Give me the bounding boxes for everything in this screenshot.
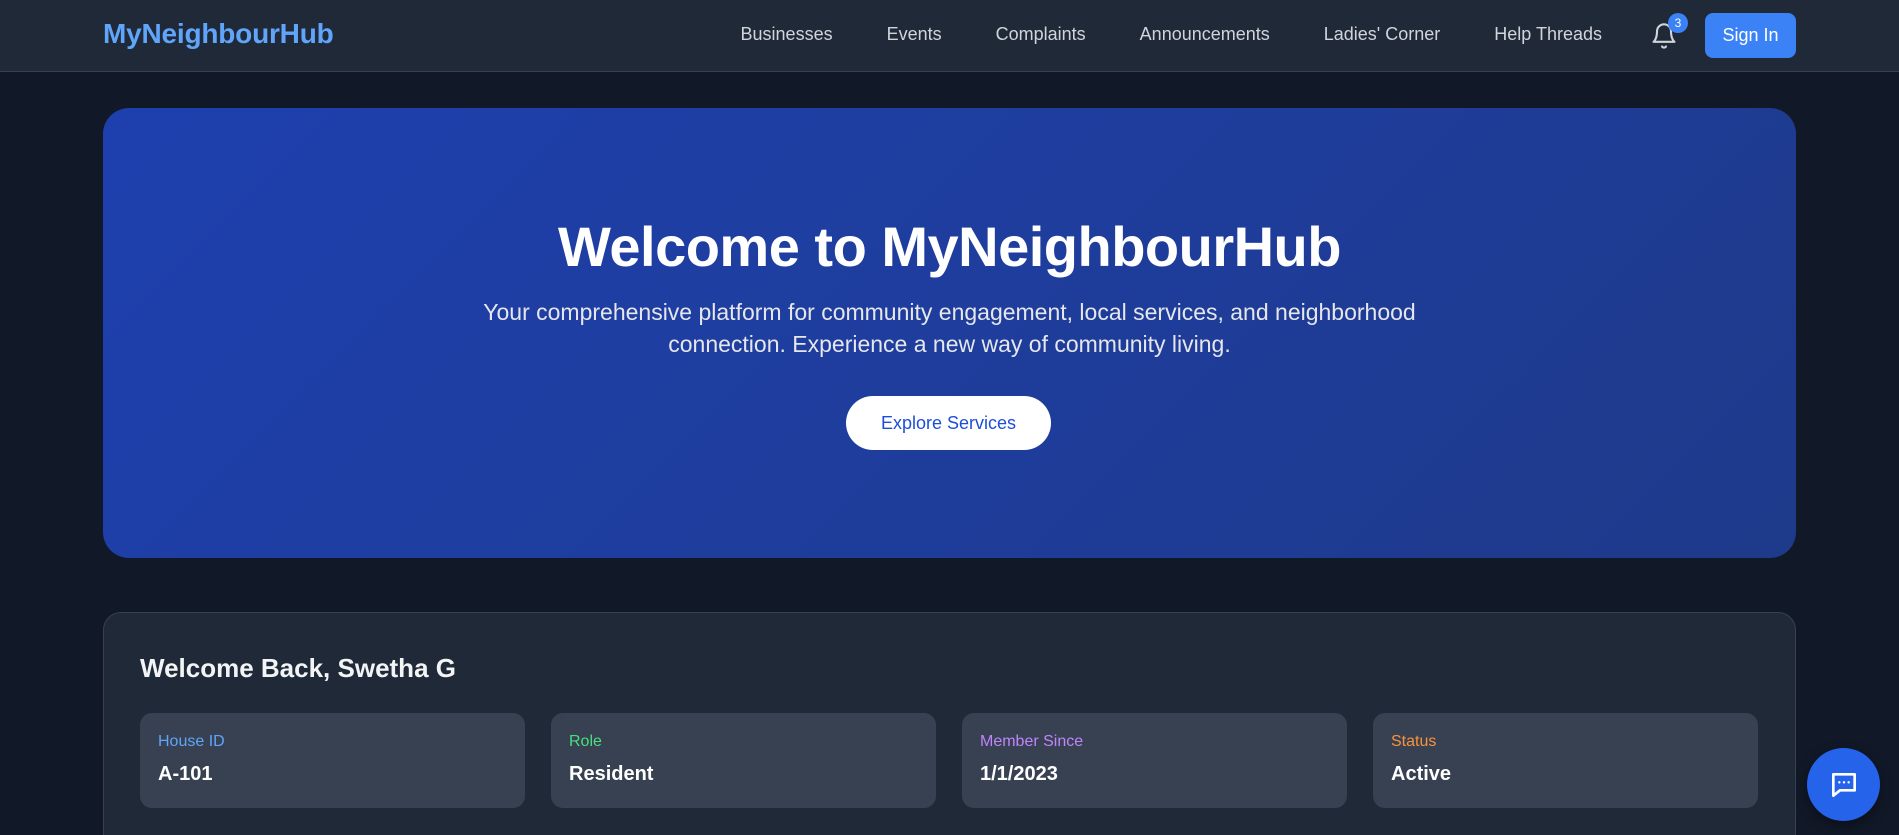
stat-card-status: Status Active <box>1373 713 1758 808</box>
welcome-card: Welcome Back, Swetha G House ID A-101 Ro… <box>103 612 1796 835</box>
welcome-title: Welcome Back, Swetha G <box>140 653 456 683</box>
stat-value: Active <box>1391 763 1452 785</box>
nav-link-events[interactable]: Events <box>887 24 942 45</box>
notification-count-badge: 3 <box>1668 13 1688 33</box>
nav-link-businesses[interactable]: Businesses <box>741 24 833 45</box>
main-nav: Businesses Events Complaints Announcemen… <box>687 24 1602 45</box>
stat-card-role: Role Resident <box>551 713 936 808</box>
stat-value: 1/1/2023 <box>980 763 1058 785</box>
stat-card-member-since: Member Since 1/1/2023 <box>962 713 1347 808</box>
stat-label: House ID <box>158 733 225 750</box>
top-navbar: MyNeighbourHub Businesses Events Complai… <box>0 0 1899 72</box>
nav-link-complaints[interactable]: Complaints <box>996 24 1086 45</box>
nav-link-announcements[interactable]: Announcements <box>1140 24 1270 45</box>
stat-value: A-101 <box>158 763 213 785</box>
stat-label: Member Since <box>980 733 1084 750</box>
stat-label: Status <box>1391 733 1437 750</box>
sign-in-button[interactable]: Sign In <box>1705 13 1796 58</box>
nav-link-ladies-corner[interactable]: Ladies' Corner <box>1324 24 1441 45</box>
hero-banner: Welcome to MyNeighbourHub Your comprehen… <box>103 108 1796 558</box>
stat-label: Role <box>569 733 602 750</box>
explore-services-button[interactable]: Explore Services <box>846 396 1051 450</box>
brand-logo[interactable]: MyNeighbourHub <box>103 18 334 50</box>
chat-icon <box>1831 772 1856 797</box>
stat-value: Resident <box>569 763 654 785</box>
hero-title: Welcome to MyNeighbourHub <box>558 215 1341 278</box>
hero-subtitle: Your comprehensive platform for communit… <box>483 299 1416 357</box>
stat-card-house-id: House ID A-101 <box>140 713 525 808</box>
chat-button[interactable] <box>1807 748 1880 821</box>
nav-link-help-threads[interactable]: Help Threads <box>1494 24 1602 45</box>
